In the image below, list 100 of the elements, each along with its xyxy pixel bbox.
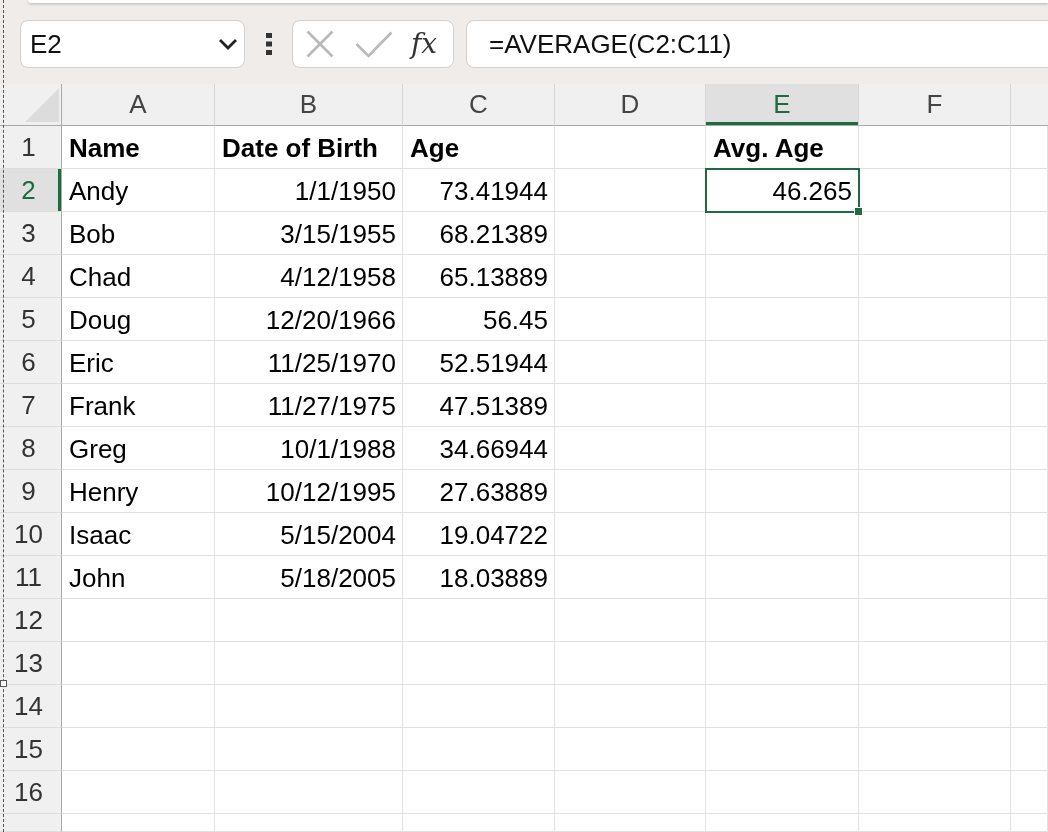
table-cell[interactable] <box>1011 642 1048 685</box>
table-cell[interactable]: Isaac <box>62 513 215 556</box>
table-cell[interactable] <box>555 728 706 771</box>
resize-handle-icon[interactable] <box>0 680 7 687</box>
row-header[interactable]: 12 <box>0 599 62 642</box>
table-cell[interactable] <box>706 814 859 832</box>
table-cell[interactable]: Bob <box>62 212 215 255</box>
table-cell[interactable] <box>555 212 706 255</box>
table-cell[interactable] <box>706 298 859 341</box>
table-cell[interactable] <box>859 685 1011 728</box>
chevron-down-icon[interactable] <box>218 38 238 50</box>
table-cell[interactable]: Date of Birth <box>215 126 403 169</box>
table-cell[interactable] <box>859 513 1011 556</box>
row-header[interactable]: 11 <box>0 556 62 599</box>
row-header[interactable]: 3 <box>0 212 62 255</box>
table-cell[interactable] <box>859 470 1011 513</box>
table-cell[interactable] <box>403 814 555 832</box>
table-cell[interactable] <box>62 814 215 832</box>
table-cell[interactable] <box>403 642 555 685</box>
table-cell[interactable] <box>1011 169 1048 212</box>
table-cell[interactable] <box>555 771 706 814</box>
table-cell[interactable]: 46.265 <box>706 169 859 212</box>
table-cell[interactable]: 34.66944 <box>403 427 555 470</box>
formula-field[interactable]: =AVERAGE(C2:C11) <box>466 20 1048 68</box>
table-cell[interactable] <box>859 556 1011 599</box>
table-cell[interactable] <box>555 470 706 513</box>
table-cell[interactable]: 5/15/2004 <box>215 513 403 556</box>
table-cell[interactable] <box>215 642 403 685</box>
column-header[interactable]: F <box>859 84 1011 126</box>
table-cell[interactable] <box>706 685 859 728</box>
table-cell[interactable]: Frank <box>62 384 215 427</box>
row-header[interactable]: 15 <box>0 728 62 771</box>
row-header[interactable]: 5 <box>0 298 62 341</box>
table-cell[interactable]: 12/20/1966 <box>215 298 403 341</box>
table-cell[interactable]: Eric <box>62 341 215 384</box>
row-header[interactable]: 10 <box>0 513 62 556</box>
table-cell[interactable]: 10/1/1988 <box>215 427 403 470</box>
row-header[interactable]: 13 <box>0 642 62 685</box>
table-cell[interactable] <box>859 298 1011 341</box>
table-cell[interactable]: 47.51389 <box>403 384 555 427</box>
table-cell[interactable] <box>555 298 706 341</box>
table-cell[interactable] <box>706 771 859 814</box>
table-cell[interactable] <box>859 126 1011 169</box>
table-cell[interactable] <box>1011 298 1048 341</box>
table-cell[interactable] <box>859 599 1011 642</box>
table-cell[interactable]: 27.63889 <box>403 470 555 513</box>
row-header[interactable]: 7 <box>0 384 62 427</box>
table-cell[interactable] <box>62 728 215 771</box>
table-cell[interactable] <box>1011 513 1048 556</box>
table-cell[interactable] <box>62 771 215 814</box>
check-icon[interactable] <box>355 30 393 58</box>
table-cell[interactable]: 4/12/1958 <box>215 255 403 298</box>
table-cell[interactable] <box>1011 814 1048 832</box>
table-cell[interactable]: 73.41944 <box>403 169 555 212</box>
more-icon[interactable] <box>266 33 272 55</box>
table-cell[interactable]: 19.04722 <box>403 513 555 556</box>
table-cell[interactable] <box>1011 341 1048 384</box>
column-header[interactable]: B <box>215 84 403 126</box>
table-cell[interactable]: Greg <box>62 427 215 470</box>
table-cell[interactable] <box>1011 771 1048 814</box>
table-cell[interactable] <box>215 771 403 814</box>
table-cell[interactable] <box>1011 470 1048 513</box>
row-header[interactable]: 8 <box>0 427 62 470</box>
insert-function-button[interactable]: fx <box>409 30 440 58</box>
table-cell[interactable] <box>555 685 706 728</box>
table-cell[interactable] <box>555 384 706 427</box>
table-cell[interactable] <box>555 642 706 685</box>
table-cell[interactable] <box>403 599 555 642</box>
table-cell[interactable]: 3/15/1955 <box>215 212 403 255</box>
table-cell[interactable] <box>215 728 403 771</box>
table-cell[interactable]: 65.13889 <box>403 255 555 298</box>
table-cell[interactable]: John <box>62 556 215 599</box>
table-cell[interactable] <box>706 427 859 470</box>
table-cell[interactable] <box>1011 255 1048 298</box>
table-cell[interactable] <box>706 642 859 685</box>
table-cell[interactable]: 11/27/1975 <box>215 384 403 427</box>
column-header[interactable]: C <box>403 84 555 126</box>
row-header[interactable]: 9 <box>0 470 62 513</box>
table-cell[interactable] <box>706 341 859 384</box>
table-cell[interactable]: 5/18/2005 <box>215 556 403 599</box>
table-cell[interactable] <box>706 513 859 556</box>
table-cell[interactable]: 68.21389 <box>403 212 555 255</box>
row-header[interactable] <box>0 814 62 832</box>
table-cell[interactable] <box>859 427 1011 470</box>
table-cell[interactable] <box>403 771 555 814</box>
fill-handle[interactable] <box>854 207 863 216</box>
name-box[interactable]: E2 <box>20 20 245 68</box>
table-cell[interactable] <box>706 255 859 298</box>
table-cell[interactable] <box>62 599 215 642</box>
table-cell[interactable]: 10/12/1995 <box>215 470 403 513</box>
table-cell[interactable] <box>1011 556 1048 599</box>
column-header[interactable] <box>1011 84 1048 126</box>
table-cell[interactable] <box>859 642 1011 685</box>
table-cell[interactable] <box>215 599 403 642</box>
table-cell[interactable]: Age <box>403 126 555 169</box>
table-cell[interactable] <box>859 771 1011 814</box>
table-cell[interactable] <box>215 814 403 832</box>
table-cell[interactable] <box>555 814 706 832</box>
table-cell[interactable] <box>62 685 215 728</box>
table-cell[interactable] <box>859 728 1011 771</box>
